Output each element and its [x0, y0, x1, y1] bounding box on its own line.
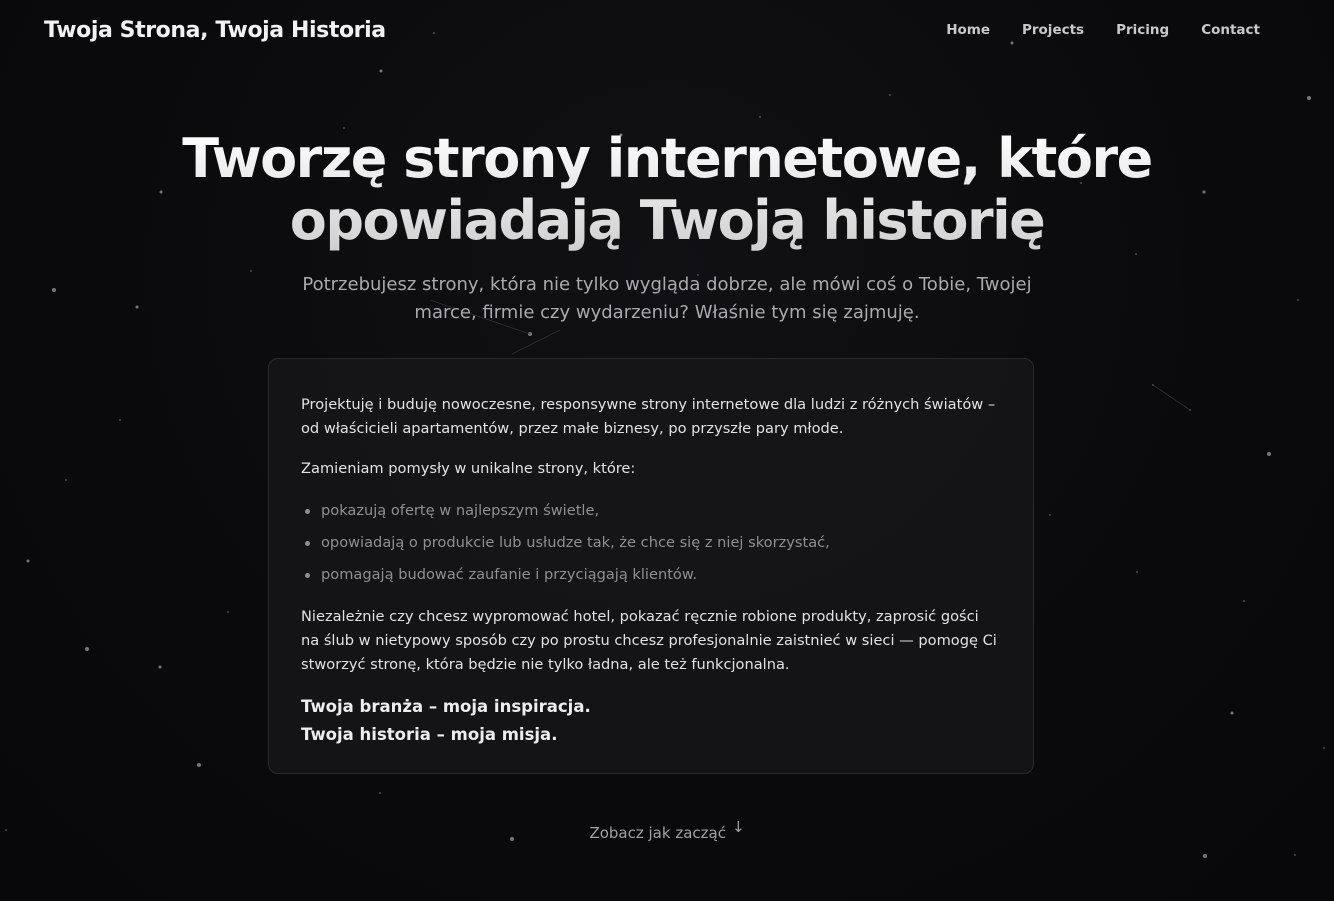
get-started-link[interactable]: Zobacz jak zacząć ↓: [0, 818, 1334, 842]
nav-contact[interactable]: Contact: [1201, 22, 1260, 38]
star-dot: [379, 792, 381, 794]
star-dot: [1294, 854, 1296, 856]
star-dot: [197, 763, 201, 767]
page: Twoja Strona, Twoja Historia Home Projec…: [0, 0, 1334, 901]
star-dot: [889, 94, 891, 96]
nav-pricing[interactable]: Pricing: [1116, 22, 1169, 38]
site-header: Twoja Strona, Twoja Historia Home Projec…: [0, 0, 1334, 66]
nav-home[interactable]: Home: [946, 22, 990, 38]
star-dot: [1243, 600, 1245, 602]
star-dot: [26, 559, 30, 563]
hero-title-line-1: Tworzę strony internetowe, które: [182, 127, 1152, 190]
star-dot: [1230, 711, 1234, 715]
star-dot: [759, 116, 761, 118]
star-dot: [158, 665, 162, 669]
star-dot: [1136, 571, 1138, 573]
hero-title: Tworzę strony internetowe, które opowiad…: [0, 128, 1334, 252]
star-dot: [1203, 854, 1207, 858]
list-item: pokazują ofertę w najlepszym świetle,: [305, 495, 1001, 527]
lead-paragraph: Zamieniam pomysły w unikalne strony, któ…: [301, 460, 636, 477]
nav-projects[interactable]: Projects: [1022, 22, 1084, 38]
main-nav: Home Projects Pricing Contact: [946, 22, 1260, 38]
star-dot: [227, 611, 229, 613]
list-item: pomagają budować zaufanie i przyciągają …: [305, 559, 1001, 591]
get-started-label: Zobacz jak zacząć: [589, 824, 726, 842]
star-dot: [1135, 253, 1137, 255]
star-dot: [1297, 299, 1299, 301]
star-dot: [65, 479, 67, 481]
tagline-2: Twoja historia – moja misja.: [301, 725, 558, 744]
star-dot: [1049, 514, 1051, 516]
arrow-down-icon: ↓: [731, 818, 745, 836]
star-dot: [528, 332, 532, 336]
star-dot: [135, 305, 139, 309]
star-dot: [52, 288, 56, 292]
intro-card: Projektuję i buduję nowoczesne, responsy…: [268, 358, 1034, 774]
tagline-1: Twoja branża – moja inspiracja.: [301, 697, 591, 716]
star-dot: [1307, 96, 1311, 100]
body-paragraph: Niezależnie czy chcesz wypromować hotel,…: [301, 608, 997, 673]
star-link: [511, 329, 561, 355]
star-dot: [379, 69, 383, 73]
star-dot: [1152, 384, 1154, 386]
list-item: opowiadają o produkcie lub usłudze tak, …: [305, 527, 1001, 559]
brand-logo[interactable]: Twoja Strona, Twoja Historia: [44, 18, 386, 43]
star-dot: [85, 647, 89, 651]
intro-paragraph: Projektuję i buduję nowoczesne, responsy…: [301, 396, 996, 437]
star-dot: [1267, 452, 1271, 456]
star-link: [1152, 384, 1191, 411]
star-dot: [119, 419, 121, 421]
star-dot: [1189, 409, 1191, 411]
star-dot: [1323, 747, 1325, 749]
hero-subtitle: Potrzebujesz strony, która nie tylko wyg…: [302, 274, 1032, 323]
star-dot: [250, 270, 252, 272]
benefits-list: pokazują ofertę w najlepszym świetle, op…: [301, 495, 1001, 591]
hero-title-line-2: opowiadają Twoją historię: [289, 189, 1045, 252]
